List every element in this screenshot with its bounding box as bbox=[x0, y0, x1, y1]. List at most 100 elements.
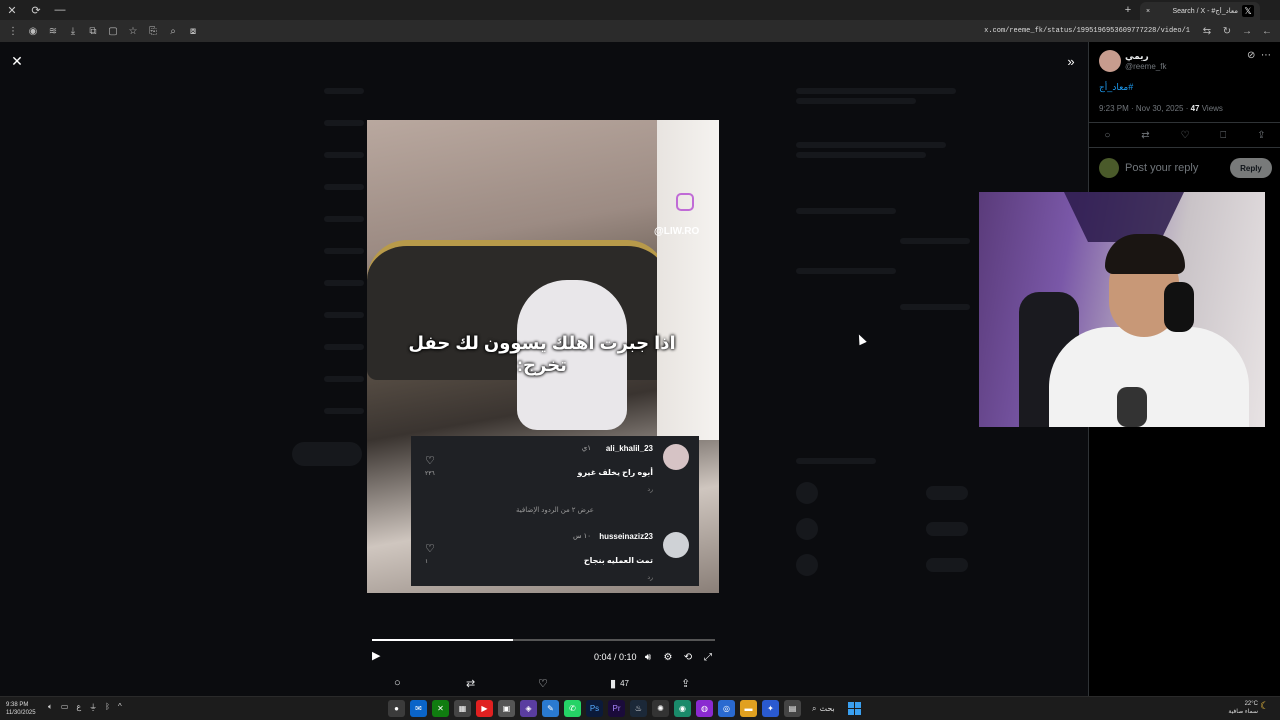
steam-icon[interactable]: ♨ bbox=[630, 700, 647, 717]
comment-item: husseinaziz23 ١٠ س تمت العمليه بنجاح رد … bbox=[411, 524, 699, 584]
video-player[interactable]: @LIW.RO اذا جبرت اهلك يسوون لك حفل تخرج:… bbox=[367, 120, 719, 593]
weather-widget[interactable]: 22°C سماء صافية bbox=[1222, 700, 1258, 716]
whatsapp-icon[interactable]: ✆ bbox=[564, 700, 581, 717]
comment-time: ١٠ س bbox=[572, 533, 591, 540]
video-watermark: @LIW.RO bbox=[654, 226, 700, 237]
browser-toolbar: ⋮ ◉ ≋ ⤓ ⧉ ▢ ☆ ⎘ ⌕ ⧇ x.com/reeme_fk/statu… bbox=[0, 20, 1280, 42]
collapse-panel-icon[interactable]: » bbox=[1062, 52, 1080, 70]
photos-icon[interactable]: ◈ bbox=[520, 700, 537, 717]
author-name[interactable]: ريمي bbox=[1125, 51, 1149, 62]
download-icon[interactable]: ⤓ bbox=[64, 22, 82, 40]
tweet-action-bar: ○ ⇄ ♡ ⎕ ⇪ bbox=[1089, 122, 1280, 148]
taskbar-clock[interactable]: 9:38 PM 11/30/2025 bbox=[6, 701, 36, 717]
like-heart-icon[interactable]: ♡ bbox=[1181, 130, 1190, 141]
refresh-icon[interactable]: ⟳ bbox=[24, 0, 48, 20]
views-button[interactable]: ▮ 47 bbox=[610, 674, 629, 692]
bookmark-icon[interactable]: ⎕ bbox=[1220, 130, 1226, 141]
file-explorer-icon[interactable]: ▬ bbox=[740, 700, 757, 717]
translate-icon[interactable]: ⇆ bbox=[1198, 22, 1216, 40]
back-icon[interactable]: ← bbox=[1258, 22, 1276, 40]
language-icon[interactable]: ع bbox=[76, 702, 81, 713]
x-logo-icon: 𝕏 bbox=[1242, 5, 1254, 17]
menu-dots-icon[interactable]: ⋮ bbox=[4, 22, 22, 40]
volume-icon[interactable]: 🔊︎ bbox=[641, 650, 655, 664]
sidebar-icon[interactable]: ▢ bbox=[104, 22, 122, 40]
repost-icon[interactable]: ⇄ bbox=[1141, 130, 1149, 141]
reply-input[interactable]: Post your reply bbox=[1125, 162, 1198, 174]
comment-time: ١ي bbox=[581, 445, 591, 452]
tweet-views-label: Views bbox=[1199, 104, 1223, 113]
windows-start-icon[interactable] bbox=[846, 700, 863, 717]
settings-gear-icon[interactable]: ⚙ bbox=[661, 650, 675, 664]
paint-icon[interactable]: ✎ bbox=[542, 700, 559, 717]
loop-icon[interactable]: ⟲ bbox=[681, 650, 695, 664]
calendar-icon[interactable]: ▦ bbox=[454, 700, 471, 717]
xbox-icon[interactable]: ✕ bbox=[432, 700, 449, 717]
system-tray: 🔈︎ ▭ ع ⏚ ᛒ ^ bbox=[48, 702, 122, 713]
youtube-icon[interactable]: ▶ bbox=[476, 700, 493, 717]
cast-icon[interactable]: ⎘ bbox=[144, 22, 162, 40]
comment-username: husseinaziz23 bbox=[599, 532, 653, 541]
zoom-icon[interactable]: ⌕ bbox=[164, 22, 182, 40]
mic-icon[interactable]: ⏚ bbox=[89, 702, 97, 713]
tray-chevron-up-icon[interactable]: ^ bbox=[118, 702, 122, 713]
speaker-icon[interactable]: 🔈︎ bbox=[48, 702, 53, 713]
video-progress-fill bbox=[372, 639, 513, 641]
x-media-viewer: ✕ » @LIW.RO اذا جبرت اهلك يسوون لك حفل ت… bbox=[0, 42, 1280, 696]
like-heart-icon[interactable]: ♡ bbox=[538, 674, 548, 692]
share-icon[interactable]: ⧉ bbox=[84, 22, 102, 40]
premiere-icon[interactable]: Pr bbox=[608, 700, 625, 717]
address-bar[interactable]: x.com/reeme_fk/status/199519695360977722… bbox=[204, 22, 1196, 40]
app-purple-icon[interactable]: ◍ bbox=[696, 700, 713, 717]
taskbar-search[interactable]: بحث ⌕ bbox=[806, 700, 841, 717]
network-icon[interactable]: ▭ bbox=[61, 702, 69, 713]
instagram-icon bbox=[676, 193, 694, 211]
play-icon[interactable]: ▶ bbox=[372, 649, 386, 663]
chrome-icon[interactable]: ◎ bbox=[718, 700, 735, 717]
reply-icon[interactable]: ○ bbox=[394, 674, 401, 692]
task-view-icon[interactable]: ▤ bbox=[784, 700, 801, 717]
video-time: 0:04 / 0:10 bbox=[594, 652, 637, 662]
photoshop-icon[interactable]: Ps bbox=[586, 700, 603, 717]
chatgpt-icon[interactable]: ✺ bbox=[652, 700, 669, 717]
app-icon[interactable]: ▣ bbox=[498, 700, 515, 717]
browser-tab-bar: ✕ ⟳ — + × Search / X - #معاد_أج 𝕏 bbox=[0, 0, 1280, 20]
reply-icon[interactable]: ○ bbox=[1104, 130, 1110, 141]
microphone bbox=[1117, 387, 1147, 427]
extensions-icon[interactable]: ≋ bbox=[44, 22, 62, 40]
puzzle-icon[interactable]: ⧇ bbox=[184, 22, 202, 40]
reload-icon[interactable]: ↻ bbox=[1218, 22, 1236, 40]
bookmark-star-icon[interactable]: ☆ bbox=[124, 22, 142, 40]
author-avatar[interactable] bbox=[1099, 50, 1121, 72]
fullscreen-icon[interactable]: ⤢ bbox=[701, 650, 715, 664]
mail-icon[interactable]: ✉ bbox=[410, 700, 427, 717]
browser-tab-active[interactable]: × Search / X - #معاد_أج 𝕏 bbox=[1140, 2, 1260, 20]
repost-icon[interactable]: ⇄ bbox=[466, 674, 475, 692]
grok-icon[interactable]: ⊘ bbox=[1247, 50, 1255, 61]
share-up-icon[interactable]: ⇪ bbox=[1257, 130, 1265, 141]
more-options-icon[interactable]: ⋯ bbox=[1261, 50, 1271, 61]
tab-title: Search / X - #معاد_أج bbox=[1172, 8, 1238, 15]
close-window-icon[interactable]: ✕ bbox=[0, 0, 24, 20]
share-up-icon[interactable]: ⇪ bbox=[681, 674, 690, 692]
comment-like-count: ١ bbox=[425, 559, 429, 565]
profile-icon[interactable]: ◉ bbox=[24, 22, 42, 40]
forward-icon[interactable]: → bbox=[1238, 22, 1256, 40]
author-handle[interactable]: @reeme_fk bbox=[1125, 62, 1166, 71]
more-replies-label: عرض ٢ من الردود الإضافية bbox=[516, 507, 594, 514]
reply-button[interactable]: Reply bbox=[1230, 158, 1272, 178]
tweet-hashtag[interactable]: #معاد_أج bbox=[1099, 82, 1133, 93]
tweet-timestamp[interactable]: 9:23 PM · Nov 30, 2025 · bbox=[1099, 104, 1191, 113]
minimize-icon[interactable]: — bbox=[48, 0, 72, 20]
new-tab-button[interactable]: + bbox=[1116, 0, 1140, 20]
app-green-icon[interactable]: ◉ bbox=[674, 700, 691, 717]
close-viewer-icon[interactable]: ✕ bbox=[8, 52, 26, 70]
comment-text: تمت العمليه بنجاح bbox=[583, 556, 653, 565]
video-progress-bar[interactable] bbox=[372, 639, 715, 641]
heart-icon: ♡ bbox=[425, 455, 435, 467]
tab-close-icon[interactable]: × bbox=[1146, 8, 1150, 15]
copilot-icon[interactable]: ✦ bbox=[762, 700, 779, 717]
bluetooth-icon[interactable]: ᛒ bbox=[105, 702, 110, 713]
obs-icon[interactable]: ● bbox=[388, 700, 405, 717]
clock-time: 9:38 PM bbox=[6, 702, 29, 708]
